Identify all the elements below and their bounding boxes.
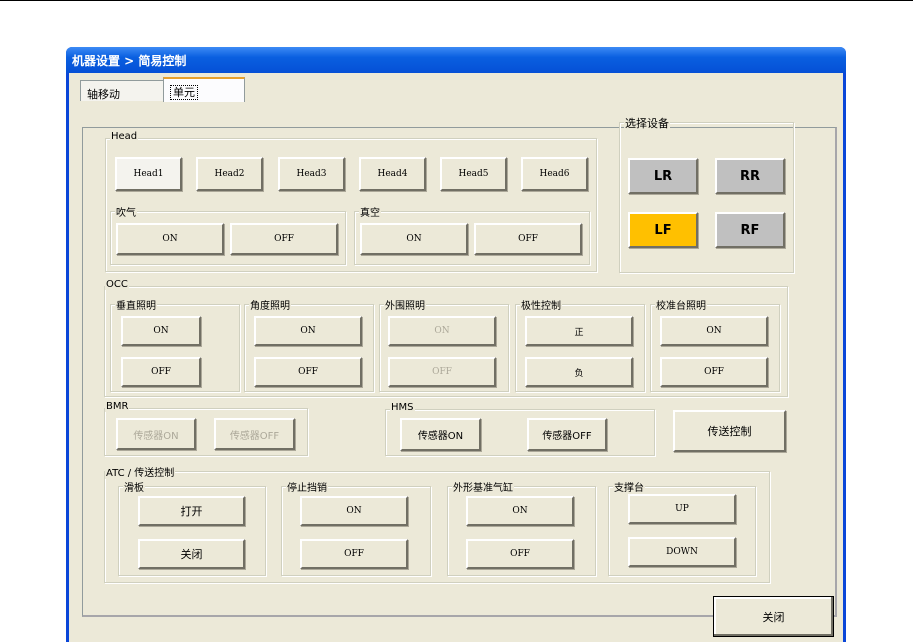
head4-button[interactable]: Head4: [359, 157, 426, 191]
head2-button[interactable]: Head2: [196, 157, 263, 191]
vacuum-on-button[interactable]: ON: [360, 223, 468, 255]
outer-light-on-button[interactable]: ON: [388, 316, 496, 346]
outer-light-off-button[interactable]: OFF: [388, 357, 496, 387]
head6-button[interactable]: Head6: [521, 157, 588, 191]
tab-axis-move[interactable]: 轴移动: [80, 80, 164, 101]
polarity-negative-button[interactable]: 负: [525, 357, 633, 387]
group-label: 停止挡销: [286, 479, 328, 494]
support-down-button[interactable]: DOWN: [628, 537, 736, 567]
group-label: 角度照明: [249, 297, 291, 312]
hms-group: HMS 传感器ON 传感器OFF: [385, 402, 655, 456]
device-select-group: 选择设备 LR RR LF RF: [619, 115, 794, 273]
device-rf-button[interactable]: RF: [715, 212, 785, 248]
top-divider: [0, 0, 913, 1]
bmr-sensor-off-button[interactable]: 传感器OFF: [214, 418, 295, 450]
group-label: 外形基准气缸: [452, 479, 514, 494]
head-group: Head Head1 Head2 Head3 Head4 Head5 Head6…: [105, 131, 597, 272]
stopper-group: 停止挡销 ON OFF: [281, 479, 431, 576]
group-label: 吹气: [115, 204, 137, 219]
hms-sensor-on-button[interactable]: 传感器ON: [400, 418, 481, 451]
close-button[interactable]: 关闭: [713, 596, 834, 637]
polarity-positive-button[interactable]: 正: [525, 316, 633, 346]
vacuum-group: 真空 ON OFF: [354, 204, 590, 265]
slide-close-button[interactable]: 关闭: [138, 539, 245, 569]
vacuum-off-button[interactable]: OFF: [474, 223, 582, 255]
window-title: 机器设置 > 简易控制: [72, 54, 187, 68]
tab-label: 轴移动: [87, 88, 120, 101]
atc-group: ATC / 传送控制 滑板 打开 关闭 停止挡销 ON OFF 外形基准气缸 O…: [104, 464, 770, 583]
polarity-group: 极性控制 正 负: [515, 297, 645, 392]
outline-cylinder-on-button[interactable]: ON: [466, 496, 574, 526]
vertical-light-group: 垂直照明 ON OFF: [110, 297, 240, 392]
calib-light-off-button[interactable]: OFF: [660, 357, 768, 387]
group-label: 选择设备: [624, 115, 670, 131]
calib-light-on-button[interactable]: ON: [660, 316, 768, 346]
title-bar[interactable]: 机器设置 > 简易控制: [66, 47, 846, 73]
slide-group: 滑板 打开 关闭: [118, 479, 266, 576]
device-rr-button[interactable]: RR: [715, 158, 785, 194]
bmr-group: BMR 传感器ON 传感器OFF: [104, 401, 308, 456]
group-label: ATC / 传送控制: [105, 464, 176, 479]
group-label: 支撑台: [613, 479, 645, 494]
head5-button[interactable]: Head5: [440, 157, 507, 191]
blow-off-button[interactable]: OFF: [230, 223, 338, 255]
group-label: 外围照明: [384, 297, 426, 312]
group-label: 校准台照明: [655, 297, 707, 312]
group-label: BMR: [105, 401, 130, 412]
head1-button[interactable]: Head1: [115, 157, 182, 191]
support-table-group: 支撑台 UP DOWN: [608, 479, 756, 576]
blow-on-button[interactable]: ON: [116, 223, 224, 255]
calib-light-group: 校准台照明 ON OFF: [650, 297, 780, 392]
bmr-sensor-on-button[interactable]: 传感器ON: [116, 418, 196, 450]
device-lr-button[interactable]: LR: [628, 158, 698, 194]
tab-panel: Head Head1 Head2 Head3 Head4 Head5 Head6…: [82, 115, 837, 617]
blow-group: 吹气 ON OFF: [110, 204, 346, 265]
dialog-client: 轴移动 单元 Head Head1 Head2 Head3 Head4 Head…: [69, 73, 843, 642]
outline-cylinder-group: 外形基准气缸 ON OFF: [447, 479, 596, 576]
device-lf-button[interactable]: LF: [628, 212, 698, 248]
angle-light-off-button[interactable]: OFF: [254, 357, 362, 387]
stopper-on-button[interactable]: ON: [300, 496, 408, 526]
group-label: OCC: [105, 279, 129, 290]
angle-light-group: 角度照明 ON OFF: [244, 297, 374, 392]
tab-label: 单元: [170, 85, 198, 100]
stopper-off-button[interactable]: OFF: [300, 539, 408, 569]
transfer-control-button[interactable]: 传送控制: [673, 410, 786, 452]
vertical-light-on-button[interactable]: ON: [121, 316, 201, 346]
hms-sensor-off-button[interactable]: 传感器OFF: [527, 418, 607, 451]
support-up-button[interactable]: UP: [628, 494, 736, 524]
slide-open-button[interactable]: 打开: [138, 496, 245, 526]
group-label: HMS: [390, 402, 415, 413]
group-label: 极性控制: [520, 297, 562, 312]
dialog-window: 机器设置 > 简易控制 轴移动 单元 Head Head1 Head2 Head…: [66, 47, 846, 642]
group-label: 滑板: [123, 479, 145, 494]
outline-cylinder-off-button[interactable]: OFF: [466, 539, 574, 569]
group-label: 真空: [359, 204, 381, 219]
group-label: 垂直照明: [115, 297, 157, 312]
occ-group: OCC 垂直照明 ON OFF 角度照明 ON OFF 外围照明 ON OFF …: [104, 279, 788, 397]
outer-light-group: 外围照明 ON OFF: [379, 297, 509, 392]
angle-light-on-button[interactable]: ON: [254, 316, 362, 346]
vertical-light-off-button[interactable]: OFF: [121, 357, 201, 387]
tab-unit[interactable]: 单元: [163, 77, 245, 102]
head3-button[interactable]: Head3: [278, 157, 345, 191]
group-label: Head: [110, 131, 139, 142]
